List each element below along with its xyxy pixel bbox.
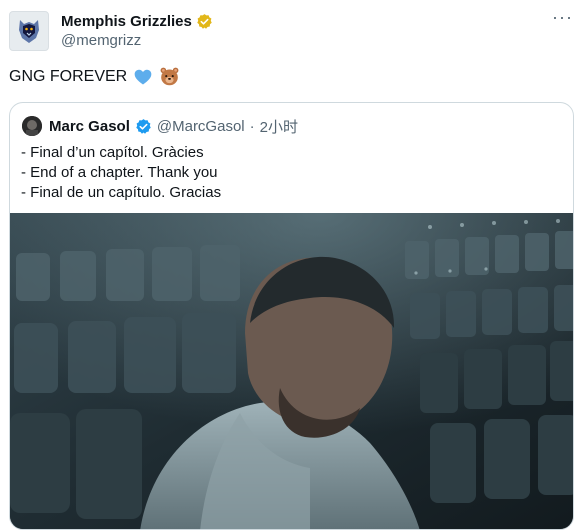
quoted-author-display-name[interactable]: Marc Gasol — [49, 118, 130, 135]
quoted-text-line: - End of a chapter. Thank you — [21, 164, 218, 181]
grizzlies-logo-icon — [19, 20, 39, 43]
separator-dot: · — [249, 117, 255, 135]
more-options-icon[interactable]: ··· — [552, 8, 573, 26]
quoted-author-avatar[interactable] — [22, 116, 42, 136]
blue-verified-badge-icon — [136, 118, 151, 134]
quoted-author-handle[interactable]: @MarcGasol — [157, 118, 245, 135]
blue-heart-icon — [134, 69, 152, 84]
bear-face-icon — [160, 67, 179, 86]
quoted-tweet-card[interactable]: Marc Gasol @MarcGasol · 2小时 - Final d’un… — [9, 102, 574, 530]
gold-verified-badge-icon — [197, 13, 212, 29]
quoted-text-line: - Final d’un capítol. Gràcies — [21, 144, 204, 161]
quoted-timestamp[interactable]: 2小时 — [260, 116, 298, 137]
author-display-name[interactable]: Memphis Grizzlies — [61, 13, 192, 30]
tweet-text: GNG FOREVER — [9, 67, 128, 85]
author-avatar[interactable] — [9, 11, 49, 51]
profile-photo-icon — [22, 116, 42, 136]
quoted-text-line: - Final de un capítulo. Gracias — [21, 184, 222, 201]
author-handle[interactable]: @memgrizz — [61, 32, 141, 49]
quoted-video-media[interactable] — [10, 213, 573, 529]
video-frame-image — [10, 213, 573, 529]
